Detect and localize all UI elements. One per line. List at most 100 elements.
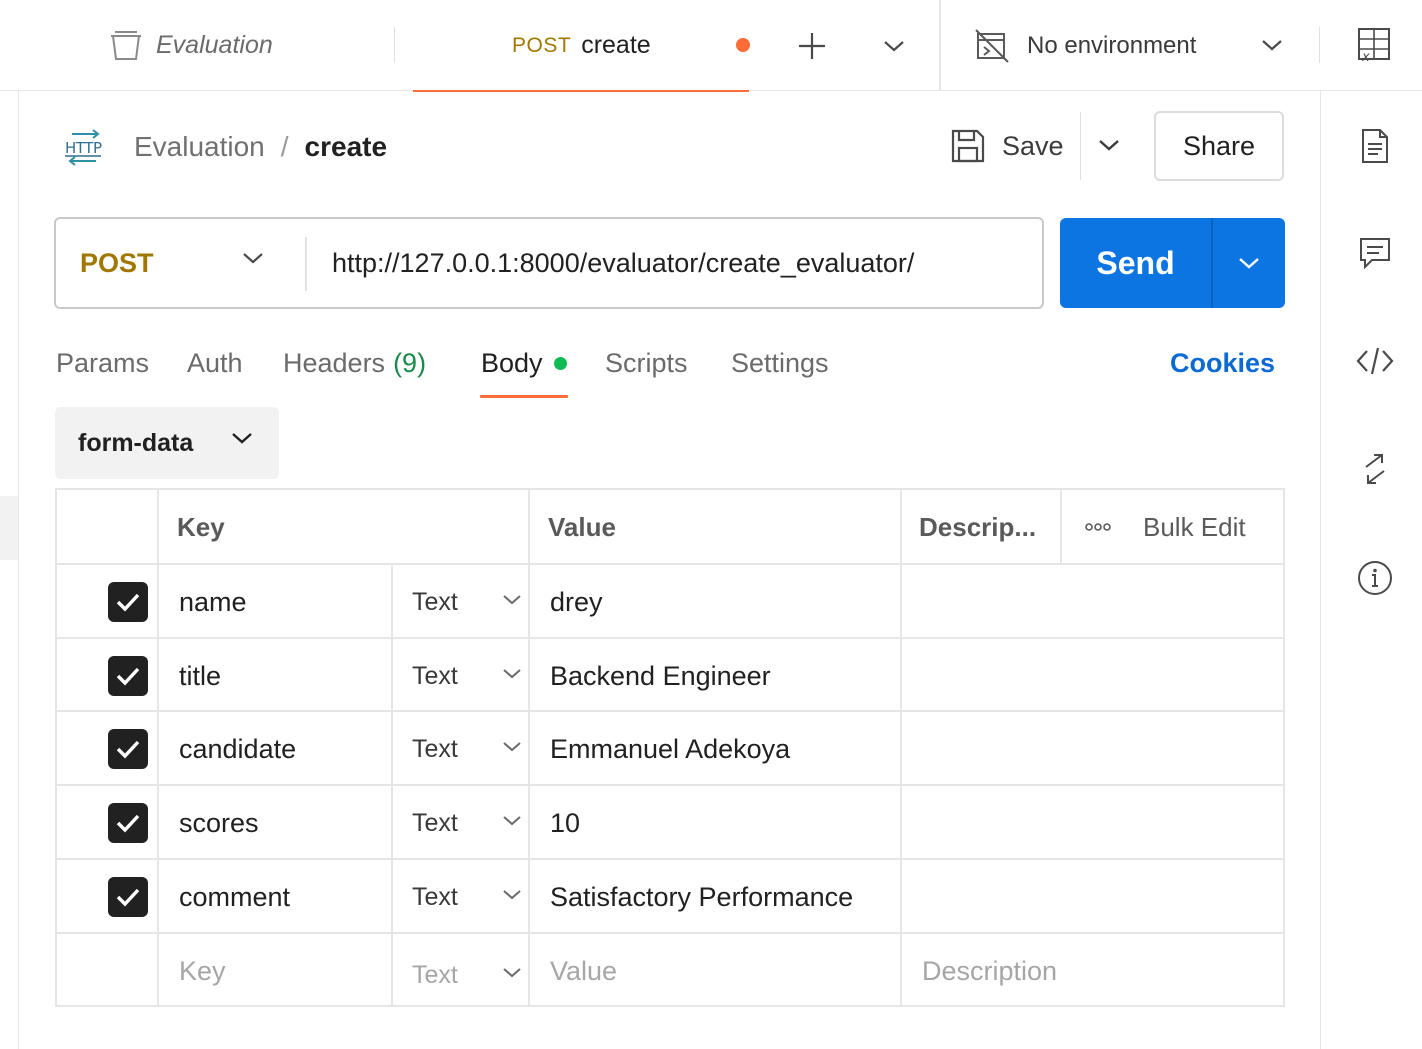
row-enabled-checkbox[interactable]	[108, 803, 148, 843]
row-value[interactable]: 10	[550, 786, 580, 860]
new-key-input[interactable]: Key	[179, 934, 226, 1008]
more-options-icon	[1085, 522, 1111, 532]
row-key[interactable]: scores	[179, 786, 259, 860]
tab-collection-label: Evaluation	[156, 31, 273, 59]
chevron-down-icon	[1261, 38, 1283, 52]
chevron-down-icon	[502, 593, 522, 606]
related-requests-button[interactable]	[1355, 449, 1395, 489]
table-row: candidate Text Emmanuel Adekoya	[57, 712, 1283, 786]
row-type-label: Text	[412, 587, 458, 616]
chevron-down-icon	[502, 740, 522, 753]
new-description-input[interactable]: Description	[922, 934, 1057, 1008]
row-type-label: Text	[412, 882, 458, 911]
headers-count: (9)	[393, 347, 427, 378]
row-enabled-checkbox[interactable]	[108, 656, 148, 696]
new-value-input[interactable]: Value	[550, 934, 617, 1008]
tab-body-label: Body	[481, 347, 543, 378]
tab-list-button[interactable]	[877, 0, 911, 91]
table-row: scores Text 10	[57, 786, 1283, 860]
row-type-select[interactable]: Text	[412, 565, 521, 639]
documentation-button[interactable]	[1355, 126, 1395, 166]
row-type-label: Text	[412, 734, 458, 763]
code-icon	[1356, 346, 1394, 376]
row-type-select[interactable]: Text	[412, 639, 521, 713]
tab-settings[interactable]: Settings	[731, 340, 829, 386]
send-button[interactable]: Send	[1060, 218, 1211, 308]
url-bar: POST	[54, 217, 1044, 309]
code-snippet-button[interactable]	[1355, 341, 1395, 381]
table-row: name Text drey	[57, 565, 1283, 639]
documentation-icon	[1360, 128, 1390, 164]
url-input[interactable]	[332, 219, 1032, 307]
row-enabled-checkbox[interactable]	[108, 729, 148, 769]
info-icon	[1356, 559, 1394, 597]
tab-params[interactable]: Params	[56, 340, 149, 386]
save-split-divider	[1080, 112, 1081, 180]
save-options-button[interactable]	[1094, 130, 1124, 160]
chevron-down-icon	[502, 888, 522, 901]
tab-request-method: POST	[512, 33, 572, 57]
row-value[interactable]: drey	[550, 565, 603, 639]
plus-icon	[797, 31, 827, 61]
row-value[interactable]: Backend Engineer	[550, 639, 771, 713]
tab-headers[interactable]: Headers (9)	[283, 340, 426, 386]
tab-collection-overview[interactable]: Evaluation	[110, 0, 394, 91]
chevron-down-icon	[502, 667, 522, 680]
row-key[interactable]: name	[179, 565, 247, 639]
info-button[interactable]	[1355, 558, 1395, 598]
row-enabled-checkbox[interactable]	[108, 877, 148, 917]
body-type-select[interactable]: form-data	[55, 407, 279, 479]
table-row: title Text Backend Engineer	[57, 639, 1283, 713]
right-context-sidebar	[1320, 91, 1422, 1049]
cookies-link[interactable]: Cookies	[1170, 340, 1275, 386]
share-button[interactable]: Share	[1154, 111, 1284, 181]
bulk-edit-button[interactable]: Bulk Edit	[1085, 490, 1246, 564]
tab-scripts[interactable]: Scripts	[605, 340, 688, 386]
environment-selector[interactable]: No environment	[941, 0, 1320, 91]
method-select[interactable]: POST	[56, 219, 306, 307]
row-key[interactable]: title	[179, 639, 221, 713]
row-key[interactable]: comment	[179, 860, 290, 934]
request-name[interactable]: create	[305, 131, 388, 163]
breadcrumb-collection[interactable]: Evaluation	[134, 131, 265, 163]
checkmark-icon	[115, 812, 141, 834]
row-type-select[interactable]: Text	[412, 712, 521, 786]
environment-quicklook-button[interactable]: x	[1356, 26, 1392, 64]
table-row: comment Text Satisfactory Performance	[57, 860, 1283, 934]
new-tab-button[interactable]	[793, 0, 831, 91]
breadcrumb-separator: /	[280, 131, 289, 162]
sidebar-resize-handle[interactable]	[0, 496, 18, 560]
tab-body[interactable]: Body	[481, 340, 567, 386]
new-row-type-select[interactable]: Text	[412, 938, 521, 1012]
svg-text:HTTP: HTTP	[65, 139, 102, 157]
body-type-value: form-data	[78, 428, 194, 457]
environment-quicklook-icon: x	[1356, 26, 1392, 64]
active-request-tab-indicator	[480, 395, 568, 398]
header-description: Descrip...	[919, 511, 1037, 542]
send-options-button[interactable]	[1213, 218, 1285, 308]
tab-request-create[interactable]: POST create	[413, 0, 750, 92]
row-type-select[interactable]: Text	[412, 786, 521, 860]
comments-button[interactable]	[1355, 233, 1395, 273]
http-icon: HTTP	[64, 127, 104, 167]
row-value[interactable]: Emmanuel Adekoya	[550, 712, 790, 786]
svg-text:x: x	[1361, 50, 1370, 64]
row-enabled-checkbox[interactable]	[108, 582, 148, 622]
chevron-down-icon	[1098, 138, 1120, 152]
method-value: POST	[80, 247, 154, 278]
breadcrumb: HTTP Evaluation / create	[64, 126, 387, 168]
environment-label: No environment	[1027, 31, 1197, 59]
row-key[interactable]: candidate	[179, 712, 296, 786]
row-type-select[interactable]: Text	[412, 860, 521, 934]
chevron-down-icon	[502, 814, 522, 827]
new-row: Key Text Value Description	[57, 934, 1283, 1008]
tab-headers-label: Headers	[283, 347, 386, 378]
comments-icon	[1358, 236, 1392, 270]
checkmark-icon	[115, 738, 141, 760]
tab-params-label: Params	[56, 347, 150, 378]
save-icon	[950, 128, 986, 164]
save-button[interactable]: Save	[950, 118, 1064, 174]
tab-auth[interactable]: Auth	[187, 340, 243, 386]
row-value[interactable]: Satisfactory Performance	[550, 860, 853, 934]
tab-bar: Evaluation POST create No environment x	[0, 0, 1422, 92]
